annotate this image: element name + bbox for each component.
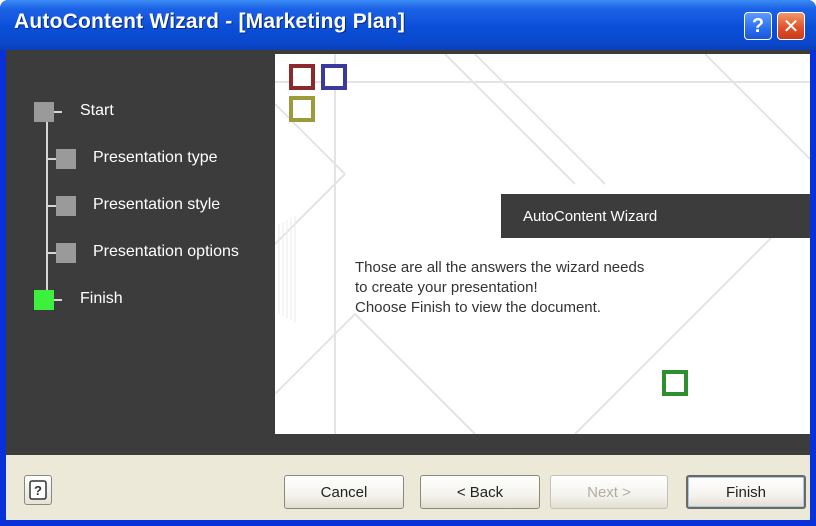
step-finish[interactable]: Finish	[80, 290, 123, 308]
green-square-icon	[662, 370, 688, 396]
finish-message: Those are all the answers the wizard nee…	[355, 258, 755, 318]
window-title: AutoContent Wizard - [Marketing Plan]	[14, 10, 406, 33]
step-presentation-type[interactable]: Presentation type	[93, 149, 218, 167]
step-square-icon	[56, 196, 76, 216]
step-list: Start Presentation type Presentation sty…	[6, 50, 274, 455]
step-square-active-icon	[34, 290, 54, 310]
wizard-window: AutoContent Wizard - [Marketing Plan] ? …	[0, 0, 816, 526]
wizard-panel: Start Presentation type Presentation sty…	[6, 50, 810, 455]
background-decoration	[275, 54, 810, 434]
title-help-button[interactable]: ?	[744, 12, 772, 40]
next-button[interactable]: Next >	[550, 475, 668, 509]
title-close-button[interactable]: ✕	[777, 12, 805, 40]
button-bar: ? Cancel < Back Next > Finish	[6, 455, 810, 520]
wizard-banner: AutoContent Wizard	[501, 194, 810, 238]
red-square-icon	[289, 64, 315, 90]
finish-button[interactable]: Finish	[686, 475, 806, 509]
close-icon: ✕	[782, 15, 800, 38]
step-square-icon	[56, 149, 76, 169]
help-button[interactable]: ?	[24, 475, 52, 505]
step-presentation-options[interactable]: Presentation options	[93, 243, 239, 261]
step-start[interactable]: Start	[80, 102, 114, 120]
wizard-client: Start Presentation type Presentation sty…	[6, 50, 810, 520]
svg-text:?: ?	[34, 483, 42, 498]
message-line: to create your presentation!	[355, 279, 538, 296]
title-bar[interactable]: AutoContent Wizard - [Marketing Plan] ? …	[0, 0, 816, 50]
cancel-button[interactable]: Cancel	[284, 475, 404, 509]
step-square-icon	[34, 102, 54, 122]
help-icon: ?	[29, 480, 47, 500]
back-button[interactable]: < Back	[420, 475, 540, 509]
step-square-icon	[56, 243, 76, 263]
blue-square-icon	[321, 64, 347, 90]
olive-square-icon	[289, 96, 315, 122]
content-area: AutoContent Wizard Those are all the ans…	[275, 54, 810, 434]
message-line: Choose Finish to view the document.	[355, 299, 601, 316]
step-presentation-style[interactable]: Presentation style	[93, 196, 220, 214]
message-line: Those are all the answers the wizard nee…	[355, 259, 645, 276]
help-icon: ?	[751, 14, 765, 37]
